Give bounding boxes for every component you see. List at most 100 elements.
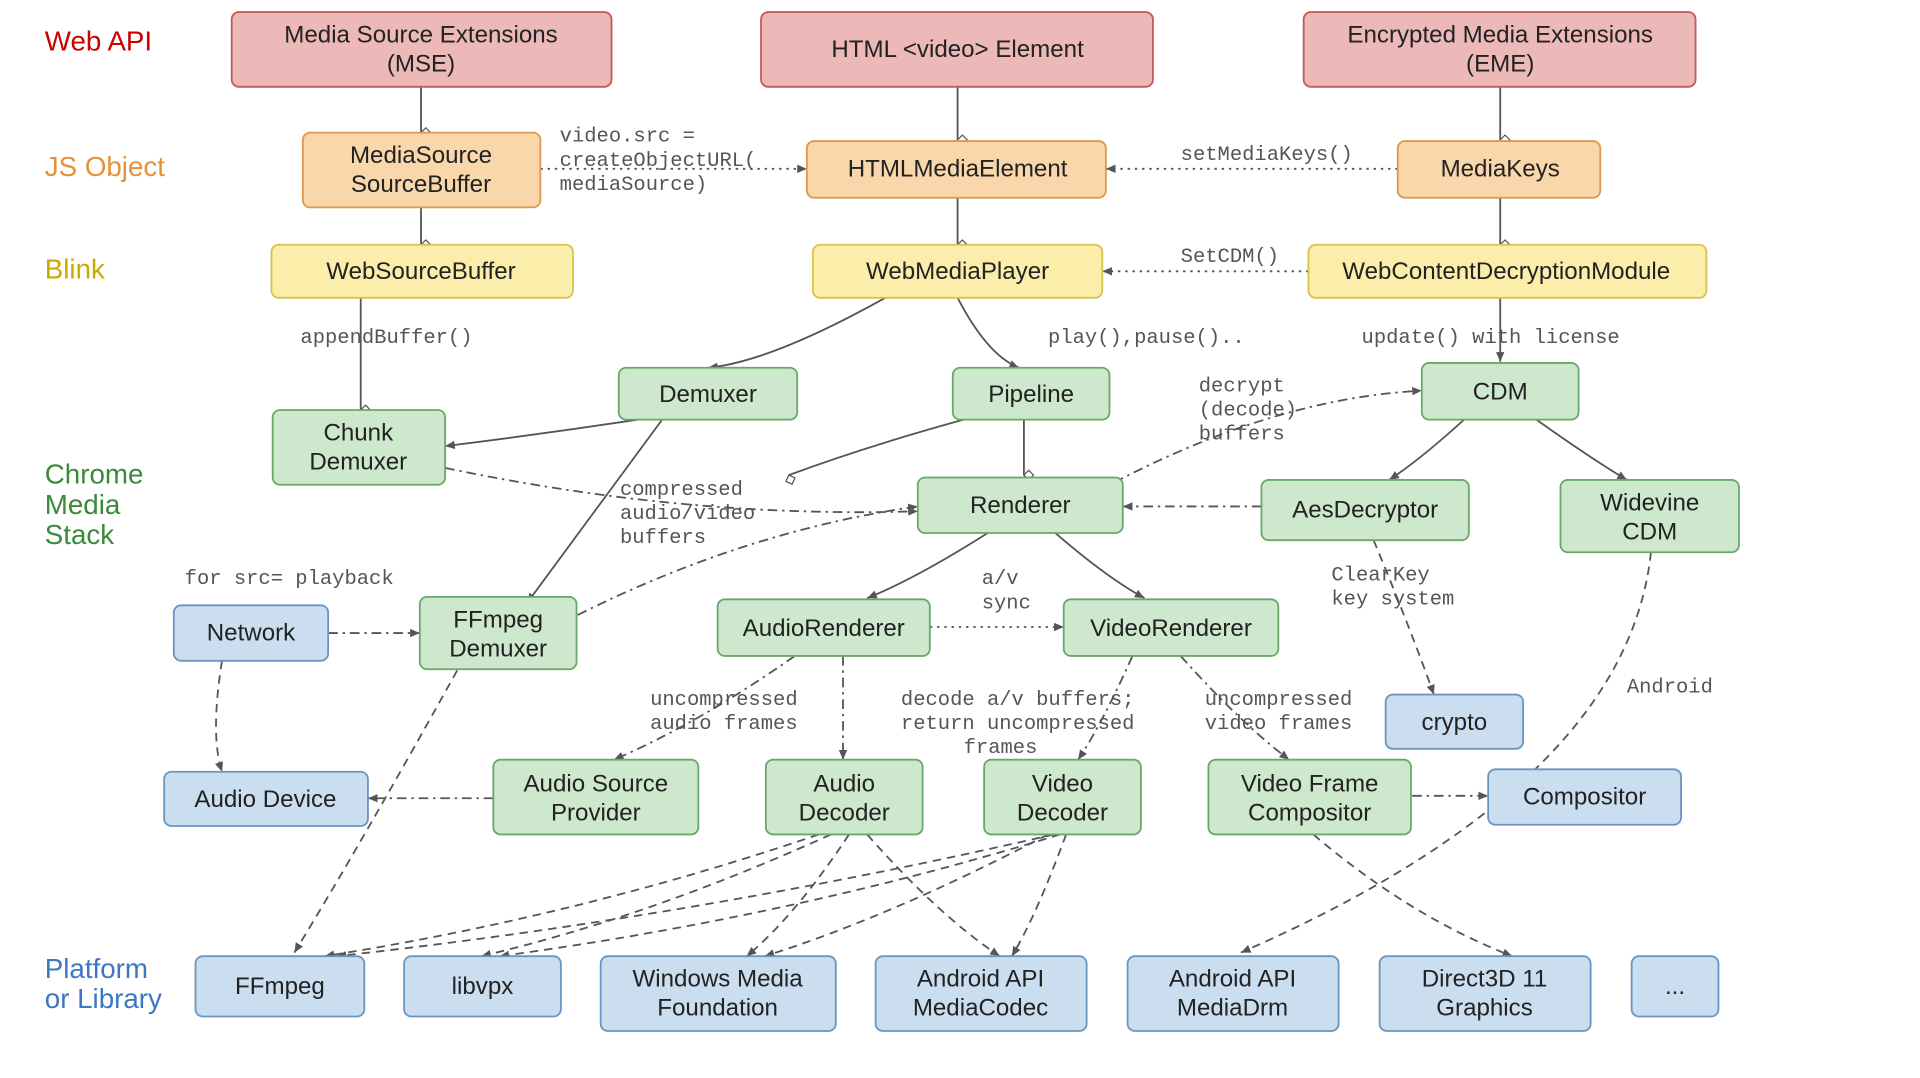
ann-cabuf3: buffers xyxy=(620,527,706,550)
box-chunk: ChunkDemuxer xyxy=(273,410,445,485)
svg-text:Video Frame: Video Frame xyxy=(1241,770,1379,797)
svg-text:Windows Media: Windows Media xyxy=(633,966,804,993)
ann-dab1: decode a/v buffers; xyxy=(901,689,1135,712)
svg-text:Provider: Provider xyxy=(551,799,641,826)
svg-text:Decoder: Decoder xyxy=(799,799,890,826)
svg-text:Audio: Audio xyxy=(813,770,875,797)
ann-decrypt1: decrypt xyxy=(1199,375,1285,398)
box-hme: HTMLMediaElement xyxy=(807,141,1106,198)
box-adevice: Audio Device xyxy=(164,772,368,826)
ann-decrypt3: buffers xyxy=(1199,424,1285,447)
ann-android: Android xyxy=(1627,677,1713,700)
ann-avsync2: sync xyxy=(982,592,1031,615)
box-libvpx: libvpx xyxy=(404,956,561,1016)
svg-text:CDM: CDM xyxy=(1622,518,1677,545)
svg-text:Android API: Android API xyxy=(1169,966,1296,993)
svg-text:HTMLMediaElement: HTMLMediaElement xyxy=(848,155,1068,182)
row-label-blink: Blink xyxy=(45,254,105,285)
box-demux: Demuxer xyxy=(619,368,797,420)
ann-clearkey2: key system xyxy=(1331,589,1454,612)
box-comp: Compositor xyxy=(1488,769,1681,824)
box-ffdemux: FFmpegDemuxer xyxy=(420,597,577,669)
svg-text:...: ... xyxy=(1665,973,1685,1000)
ann-cabuf1: compressed xyxy=(620,479,743,502)
ann-setmediakeys: setMediaKeys() xyxy=(1181,144,1353,167)
svg-text:Encrypted Media Extensions: Encrypted Media Extensions xyxy=(1347,22,1653,49)
ann-createurl-1: video.src = xyxy=(560,126,695,149)
svg-text:MediaKeys: MediaKeys xyxy=(1441,155,1560,182)
ann-createurl-3: mediaSource) xyxy=(560,174,708,197)
ann-cabuf2: audio/video xyxy=(620,503,755,526)
svg-text:Direct3D 11: Direct3D 11 xyxy=(1422,966,1548,993)
svg-text:libvpx: libvpx xyxy=(452,973,514,1000)
svg-text:Widevine: Widevine xyxy=(1600,489,1699,516)
svg-text:Audio Device: Audio Device xyxy=(194,786,336,813)
ann-createurl-2: createObjectURL( xyxy=(560,150,757,173)
box-d3d: Direct3D 11Graphics xyxy=(1380,956,1591,1031)
box-wmf: Windows MediaFoundation xyxy=(601,956,836,1031)
svg-text:MediaSource: MediaSource xyxy=(350,142,492,169)
ann-uvf1: uncompressed xyxy=(1205,689,1353,712)
row-label-webapi: Web API xyxy=(45,26,152,57)
box-wmp: WebMediaPlayer xyxy=(813,245,1102,298)
svg-text:(MSE): (MSE) xyxy=(387,50,455,77)
box-more: ... xyxy=(1632,956,1719,1016)
svg-text:VideoRenderer: VideoRenderer xyxy=(1090,615,1252,642)
svg-text:Demuxer: Demuxer xyxy=(659,381,757,408)
ann-appendbuf: appendBuffer() xyxy=(300,327,472,350)
box-renderer: Renderer xyxy=(918,478,1123,533)
svg-text:WebSourceBuffer: WebSourceBuffer xyxy=(326,258,515,285)
svg-text:CDM: CDM xyxy=(1473,378,1528,405)
ann-updatelic: update() with license xyxy=(1362,327,1620,350)
svg-text:Chunk: Chunk xyxy=(323,419,394,446)
svg-text:Graphics: Graphics xyxy=(1436,995,1532,1022)
box-network: Network xyxy=(174,605,328,660)
ann-uaf1: uncompressed xyxy=(650,689,798,712)
svg-text:MediaDrm: MediaDrm xyxy=(1177,995,1288,1022)
ann-setcdm: SetCDM() xyxy=(1181,246,1279,269)
svg-text:Media Source Extensions: Media Source Extensions xyxy=(284,22,557,49)
svg-text:crypto: crypto xyxy=(1422,709,1488,736)
svg-text:HTML <video> Element: HTML <video> Element xyxy=(831,36,1084,63)
svg-text:FFmpeg: FFmpeg xyxy=(235,973,325,1000)
svg-text:SourceBuffer: SourceBuffer xyxy=(351,171,491,198)
ann-clearkey1: ClearKey xyxy=(1331,565,1429,588)
svg-text:Demuxer: Demuxer xyxy=(449,635,547,662)
box-arender: AudioRenderer xyxy=(718,599,930,656)
ann-uaf2: audio frames xyxy=(650,713,798,736)
row-label-plat-1: Platform xyxy=(45,953,148,984)
svg-text:Foundation: Foundation xyxy=(657,995,778,1022)
row-label-plat-2: or Library xyxy=(45,983,162,1014)
ann-decrypt2: (decode) xyxy=(1199,399,1297,422)
box-asp: Audio SourceProvider xyxy=(493,760,698,835)
row-label-stack-1: Chrome xyxy=(45,459,144,490)
ann-dab3: frames xyxy=(964,737,1038,760)
svg-text:Pipeline: Pipeline xyxy=(988,381,1074,408)
box-video: HTML <video> Element xyxy=(761,12,1153,87)
box-wsb: WebSourceBuffer xyxy=(271,245,572,298)
box-widevine: WidevineCDM xyxy=(1560,480,1738,552)
svg-text:WebMediaPlayer: WebMediaPlayer xyxy=(866,258,1049,285)
box-crypto: crypto xyxy=(1386,695,1523,749)
svg-text:Compositor: Compositor xyxy=(1523,784,1646,811)
svg-text:Renderer: Renderer xyxy=(970,492,1071,519)
box-adecoder: AudioDecoder xyxy=(766,760,923,835)
box-wcdm: WebContentDecryptionModule xyxy=(1308,245,1706,298)
box-vfc: Video FrameCompositor xyxy=(1208,760,1411,835)
svg-text:Demuxer: Demuxer xyxy=(309,448,407,475)
box-amd: Android APIMediaDrm xyxy=(1128,956,1339,1031)
box-pipeline: Pipeline xyxy=(953,368,1110,420)
svg-text:Compositor: Compositor xyxy=(1248,799,1371,826)
ann-uvf2: video frames xyxy=(1205,713,1353,736)
box-mse: Media Source Extensions(MSE) xyxy=(232,12,612,87)
ann-playpause: play(),pause().. xyxy=(1048,327,1245,350)
ann-forsrc: for src= playback xyxy=(185,568,394,591)
row-label-jsobject: JS Object xyxy=(45,151,165,182)
svg-text:Android API: Android API xyxy=(917,966,1044,993)
box-aesdec: AesDecryptor xyxy=(1261,480,1468,540)
box-ffmpeg: FFmpeg xyxy=(196,956,365,1016)
svg-text:Video: Video xyxy=(1032,770,1093,797)
box-vrender: VideoRenderer xyxy=(1064,599,1279,656)
box-msb: MediaSourceSourceBuffer xyxy=(303,133,541,208)
ann-dab2: return uncompressed xyxy=(901,713,1135,736)
